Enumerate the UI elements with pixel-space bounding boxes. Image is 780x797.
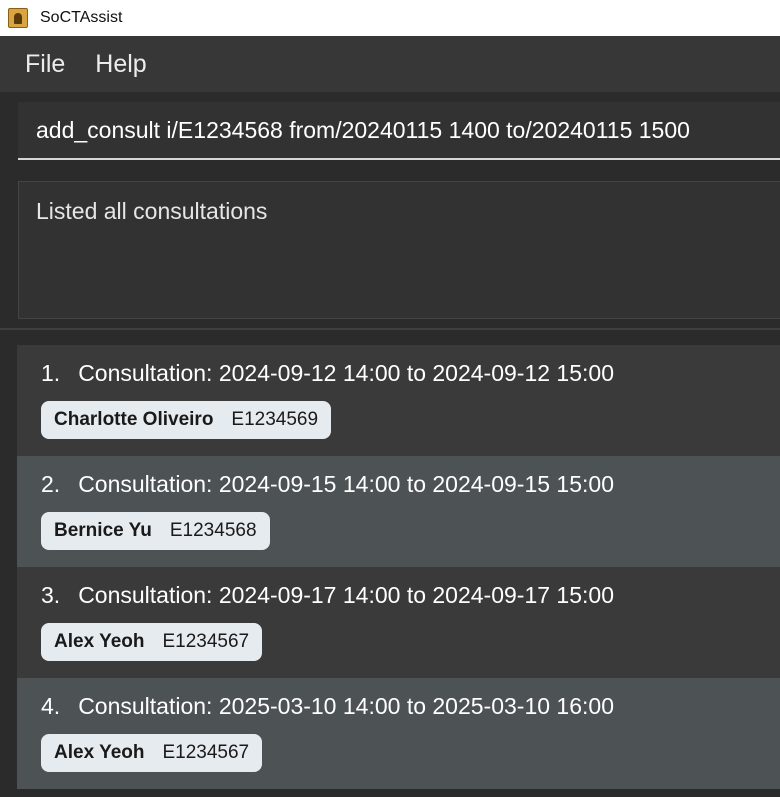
student-id: E1234568 bbox=[169, 520, 257, 541]
consultation-heading: 1. Consultation: 2024-09-12 14:00 to 2024… bbox=[41, 360, 614, 387]
title-bar: SoCTAssist bbox=[0, 0, 780, 36]
student-tag: Bernice Yu E1234568 bbox=[41, 512, 270, 550]
consultation-card[interactable]: 2. Consultation: 2024-09-15 14:00 to 2024… bbox=[17, 456, 780, 567]
result-message: Listed all consultations bbox=[36, 198, 268, 224]
student-tag: Alex Yeoh E1234567 bbox=[41, 734, 263, 772]
consultation-heading: 4. Consultation: 2025-03-10 14:00 to 2025… bbox=[41, 693, 614, 720]
student-id: E1234569 bbox=[231, 409, 319, 430]
command-box bbox=[0, 92, 780, 170]
student-tag: Charlotte Oliveiro E1234569 bbox=[41, 401, 332, 439]
consultation-title: Consultation: 2025-03-10 14:00 to 2025-0… bbox=[78, 693, 614, 719]
result-display: Listed all consultations bbox=[0, 170, 780, 330]
menu-help[interactable]: Help bbox=[95, 50, 146, 79]
student-id: E1234567 bbox=[162, 631, 250, 652]
consultation-title: Consultation: 2024-09-17 14:00 to 2024-0… bbox=[78, 582, 614, 608]
menu-file[interactable]: File bbox=[25, 50, 65, 79]
consultation-index: 3. bbox=[41, 582, 61, 608]
result-box: Listed all consultations bbox=[18, 181, 780, 319]
menu-bar: File Help bbox=[0, 36, 780, 92]
consultation-list-panel: 1. Consultation: 2024-09-12 14:00 to 2024… bbox=[0, 330, 780, 797]
student-name: Alex Yeoh bbox=[54, 742, 145, 763]
consultation-card[interactable]: 1. Consultation: 2024-09-12 14:00 to 2024… bbox=[17, 345, 780, 456]
student-name: Bernice Yu bbox=[54, 520, 152, 541]
consultation-card[interactable]: 3. Consultation: 2024-09-17 14:00 to 2024… bbox=[17, 567, 780, 678]
student-id: E1234567 bbox=[162, 742, 250, 763]
consultation-list: 1. Consultation: 2024-09-12 14:00 to 2024… bbox=[17, 345, 780, 789]
consultation-heading: 2. Consultation: 2024-09-15 14:00 to 2024… bbox=[41, 471, 614, 498]
command-input[interactable] bbox=[18, 102, 780, 160]
student-name: Alex Yeoh bbox=[54, 631, 145, 652]
consultation-heading: 3. Consultation: 2024-09-17 14:00 to 2024… bbox=[41, 582, 614, 609]
consultation-index: 1. bbox=[41, 360, 61, 386]
window-title: SoCTAssist bbox=[40, 9, 123, 26]
consultation-title: Consultation: 2024-09-12 14:00 to 2024-0… bbox=[78, 360, 614, 386]
student-tag: Alex Yeoh E1234567 bbox=[41, 623, 263, 661]
consultation-card[interactable]: 4. Consultation: 2025-03-10 14:00 to 2025… bbox=[17, 678, 780, 789]
consultation-title: Consultation: 2024-09-15 14:00 to 2024-0… bbox=[78, 471, 614, 497]
consultation-index: 4. bbox=[41, 693, 61, 719]
app-icon bbox=[8, 8, 28, 28]
student-name: Charlotte Oliveiro bbox=[54, 409, 214, 430]
consultation-index: 2. bbox=[41, 471, 61, 497]
